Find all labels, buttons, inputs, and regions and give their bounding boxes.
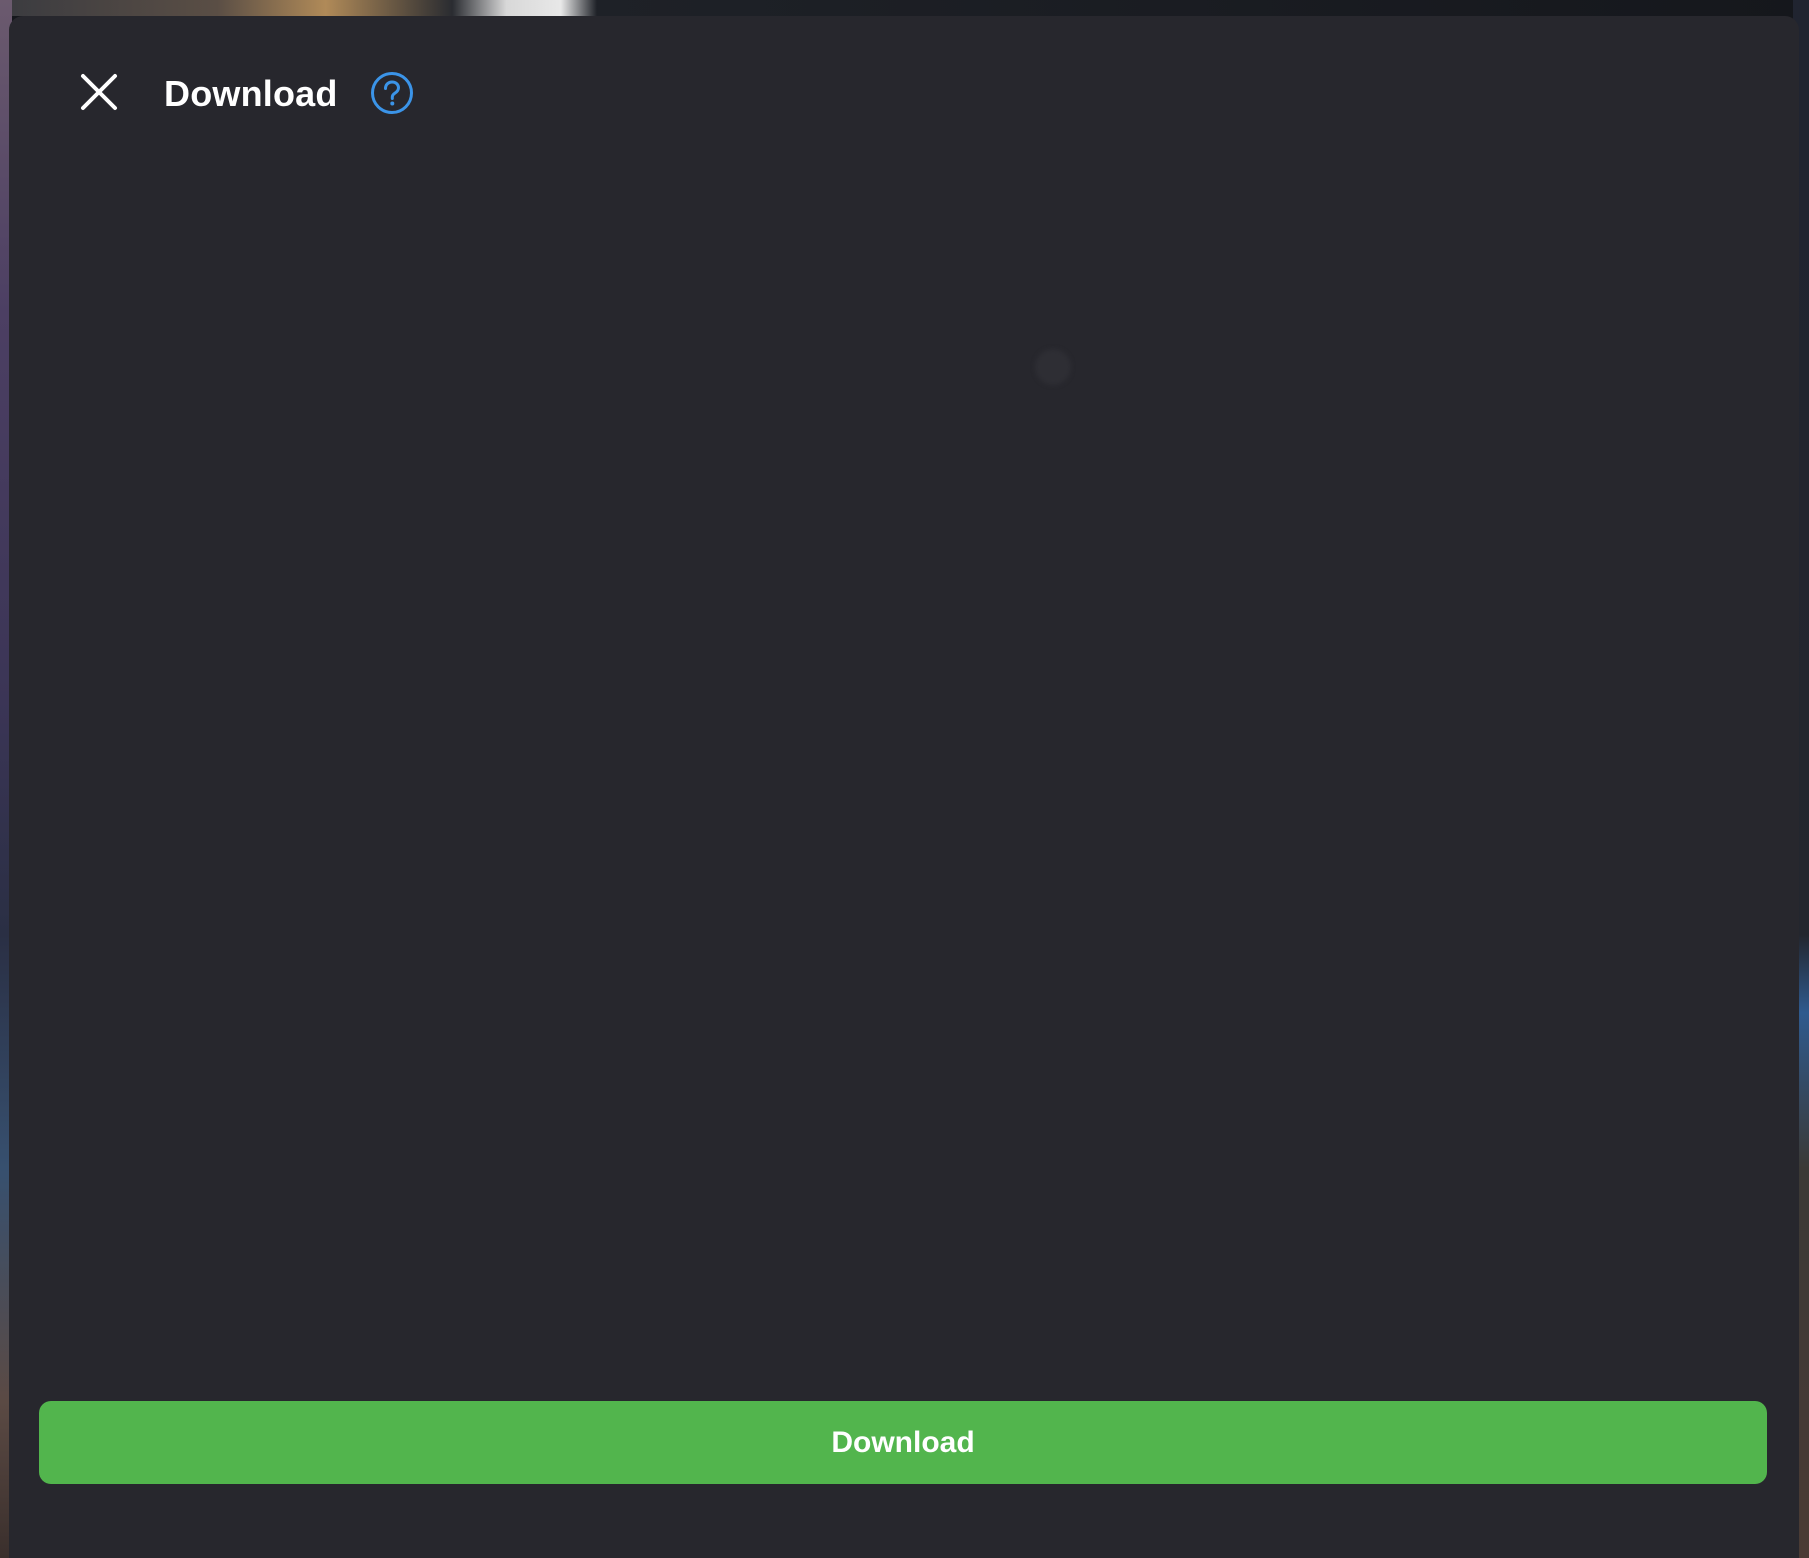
help-button[interactable] [369, 71, 415, 120]
dialog-title: Download [164, 73, 338, 114]
loading-spinner [1035, 349, 1071, 385]
close-button[interactable] [71, 66, 127, 122]
dialog-content [9, 156, 1799, 1386]
help-circle-icon [370, 71, 414, 120]
download-dialog: Download Download [9, 16, 1799, 1558]
download-button[interactable]: Download [39, 1401, 1767, 1484]
close-icon [79, 72, 119, 117]
background-top-edge [0, 0, 1809, 16]
dialog-header: Download [9, 16, 1799, 156]
